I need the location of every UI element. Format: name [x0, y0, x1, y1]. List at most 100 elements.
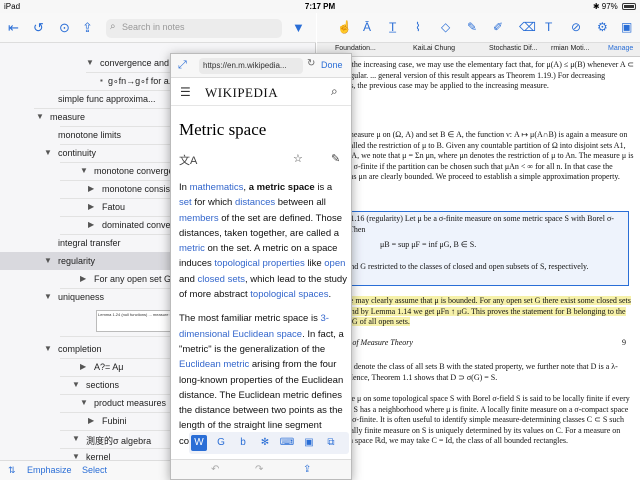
disclosure-triangle-icon[interactable]: ▼ — [72, 434, 80, 443]
disclosure-triangle-icon[interactable]: ▶ — [88, 416, 94, 425]
outline-row-label: measure — [50, 112, 86, 122]
collapse-sidebar-icon[interactable]: ⇤ — [8, 20, 19, 36]
shape-tool-icon[interactable]: ◇ — [441, 20, 450, 34]
compass-icon[interactable]: ⊘ — [571, 20, 581, 34]
disclosure-triangle-icon[interactable]: ▶ — [80, 274, 86, 283]
language-icon[interactable]: 文A — [179, 152, 197, 168]
article-link[interactable]: open — [324, 258, 345, 269]
pdf-paragraph: For any measure μ on (Ω, A) and set B ∈ … — [321, 130, 634, 181]
sort-icon[interactable]: ⇅ — [8, 465, 16, 476]
pointer-tool-icon[interactable]: ☝ — [337, 20, 352, 34]
text-highlight-tool-icon[interactable]: Ā — [363, 20, 371, 34]
add-note-icon[interactable]: ⊙ — [59, 20, 70, 36]
undo-icon[interactable]: ↺ — [33, 20, 44, 36]
disclosure-triangle-icon[interactable]: ▼ — [44, 292, 52, 301]
outline-row-label: Fatou — [102, 202, 126, 212]
article-body: In mathematics, a metric space is a set … — [179, 180, 347, 458]
highlighted-proof[interactable]: Proof: We may clearly assume that μ is b… — [321, 296, 631, 326]
disclosure-triangle-icon[interactable]: ▼ — [36, 112, 44, 121]
freehand-select-icon[interactable]: ⌇ — [415, 20, 421, 34]
menu-icon[interactable]: ☰ — [180, 85, 191, 99]
article-link[interactable]: topological spaces — [250, 289, 328, 300]
manage-tabs-button[interactable]: Manage — [608, 45, 633, 52]
reload-icon[interactable]: ↻ — [307, 58, 315, 69]
view-toggle-icon[interactable]: ▣ — [621, 20, 632, 34]
article-text: for which — [191, 197, 235, 209]
pdf-paragraph: Proof: We may clearly assume that μ is b… — [321, 296, 634, 328]
article-text: and — [179, 273, 198, 285]
share-icon[interactable]: ⇪ — [303, 464, 311, 475]
disclosure-triangle-icon[interactable]: ▼ — [80, 166, 88, 175]
app-source-icon[interactable]: ⧉ — [323, 435, 339, 451]
article-link[interactable]: topological properties — [214, 258, 304, 269]
disclosure-triangle-icon[interactable]: ▼ — [44, 344, 52, 353]
article-link[interactable]: distances — [235, 197, 275, 208]
wikipedia-logo[interactable]: WIKIPEDIA — [205, 85, 278, 101]
article-link[interactable]: metric — [179, 243, 205, 254]
expand-icon[interactable]: ⤢ — [178, 59, 187, 72]
article-link[interactable]: closed sets — [198, 274, 246, 285]
wikipedia-header: ☰ WIKIPEDIA ⌕ — [171, 78, 351, 106]
search-icon: ⌕ — [110, 21, 116, 32]
highlighter-tool-icon[interactable]: ✐ — [493, 20, 503, 34]
bluetooth-icon: ✱ — [592, 2, 600, 11]
done-button[interactable]: Done — [321, 60, 343, 70]
google-source-icon[interactable]: G — [213, 435, 229, 451]
share-icon[interactable]: ⇪ — [82, 20, 93, 36]
emphasize-button[interactable]: Emphasize — [27, 465, 72, 475]
disclosure-triangle-icon[interactable]: ▼ — [44, 148, 52, 157]
star-icon[interactable]: ☆ — [293, 152, 303, 165]
article-link[interactable]: members — [179, 213, 219, 224]
outline-row-label: completion — [58, 344, 102, 354]
url-field[interactable]: https://en.m.wikipedia... — [199, 58, 303, 74]
article-link[interactable]: Euclidean metric — [179, 359, 249, 370]
disclosure-triangle-icon[interactable]: ▶ — [88, 220, 94, 229]
wikipedia-source-icon[interactable]: W — [191, 435, 207, 451]
disclosure-triangle-icon[interactable]: ▼ — [86, 58, 94, 67]
outline-row-label: monotone converge... — [94, 166, 182, 176]
wolfram-source-icon[interactable]: ✻ — [257, 435, 273, 451]
article-actions: 文A ☆ ✎ — [179, 152, 347, 168]
dictionary-source-icon[interactable]: ▣ — [301, 435, 317, 451]
select-button[interactable]: Select — [82, 465, 107, 475]
forward-icon[interactable]: ↷ — [255, 464, 263, 475]
disclosure-triangle-icon[interactable]: ▼ — [80, 398, 88, 407]
pen-tool-icon[interactable]: ✎ — [467, 20, 477, 34]
search-icon[interactable]: ⌕ — [331, 84, 338, 99]
article-text: The most familiar metric space is — [179, 313, 321, 325]
outline-row-label: Fubini — [102, 416, 127, 426]
text-tool-icon[interactable]: T — [545, 20, 552, 34]
article-link[interactable]: set — [179, 197, 192, 208]
settings-icon[interactable]: ⚙ — [597, 20, 608, 34]
lemma-selection[interactable]: Lemma 1.16 (regularity) Let μ be a σ-fin… — [319, 211, 629, 286]
article-title: Metric space — [179, 120, 267, 139]
outline-row-label: For any open set G — [94, 274, 172, 284]
bing-source-icon[interactable]: b — [235, 435, 251, 451]
battery-percent: 97% — [601, 2, 618, 11]
back-icon[interactable]: ↶ — [211, 464, 219, 475]
disclosure-triangle-icon[interactable]: ▶ — [88, 184, 94, 193]
tab-brownian[interactable]: rmian Moti... — [551, 45, 590, 52]
tab-kailai-chung[interactable]: KaiLai Chung — [413, 45, 455, 52]
disclosure-triangle-icon[interactable]: ▼ — [72, 380, 80, 389]
edit-icon[interactable]: ✎ — [331, 152, 340, 165]
search-input[interactable]: ⌕ Search in notes — [106, 19, 282, 38]
article-paragraph-2: The most familiar metric space is 3-dime… — [179, 311, 347, 449]
eraser-tool-icon[interactable]: ⌫ — [519, 20, 536, 34]
lemma-thumbnail[interactable]: Lemma 1.24 (null functions) ... measure … — [96, 310, 176, 332]
disclosure-triangle-icon[interactable]: ▼ — [44, 256, 52, 265]
article-paragraph-1: In mathematics, a metric space is a set … — [179, 180, 347, 302]
article-link[interactable]: mathematics — [190, 182, 244, 193]
outline-row-label: uniqueness — [58, 292, 105, 302]
disclosure-triangle-icon[interactable]: ▶ — [80, 362, 86, 371]
outline-row-label: product measures — [94, 398, 167, 408]
disclosure-triangle-icon[interactable]: ▶ — [88, 202, 94, 211]
wikipedia-popover: ⤢ https://en.m.wikipedia... ↻ Done ☰ WIK… — [170, 53, 352, 480]
translate-source-icon[interactable]: ⌨ — [279, 435, 295, 451]
page-number: 9 — [622, 338, 626, 347]
tab-foundation[interactable]: Foundation... — [335, 45, 376, 52]
tab-stochastic[interactable]: Stochastic Dif... — [489, 45, 538, 52]
bullet-icon: ▪ — [100, 76, 103, 85]
underline-tool-icon[interactable]: T̲ — [389, 20, 396, 34]
filter-icon[interactable]: ▼ — [292, 20, 305, 36]
